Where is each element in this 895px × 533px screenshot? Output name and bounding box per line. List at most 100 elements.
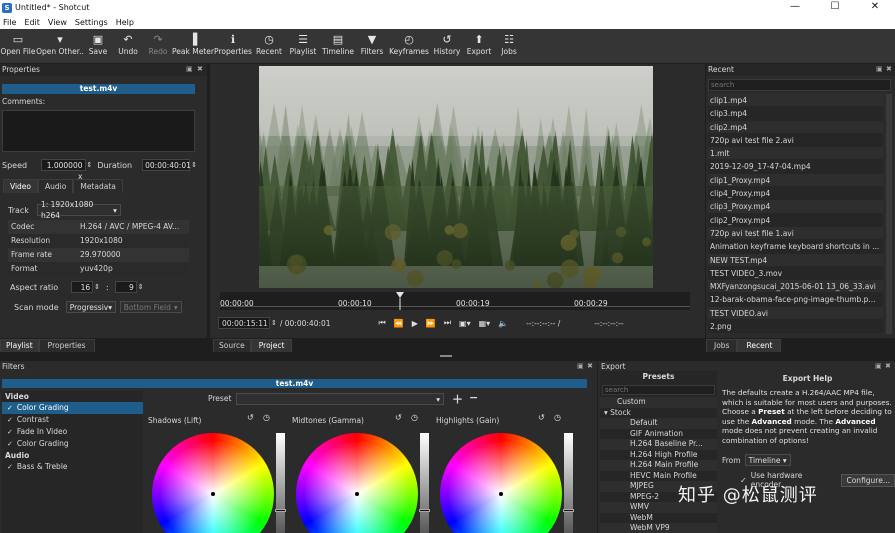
maximize-button[interactable]: ☐ bbox=[815, 0, 855, 15]
jobs-button[interactable]: ☷ Jobs bbox=[494, 29, 524, 63]
playlist-button[interactable]: ☰ Playlist bbox=[286, 29, 320, 63]
splitter-grip-icon[interactable] bbox=[440, 355, 452, 357]
preset-item[interactable]: ▾ Stock bbox=[600, 408, 717, 419]
tab-project[interactable]: Project bbox=[250, 339, 293, 352]
close-icon[interactable]: ✖ bbox=[587, 362, 593, 370]
close-icon[interactable]: ✖ bbox=[197, 65, 203, 73]
recent-item[interactable]: TEST VIDEO_3.mov bbox=[708, 266, 883, 281]
playhead-icon[interactable] bbox=[396, 292, 404, 310]
recent-item[interactable]: NEW TEST.mp4 bbox=[708, 253, 883, 267]
filter-item[interactable]: ✓ Color Grading bbox=[2, 438, 143, 450]
recent-item[interactable]: Animation keyframe keyboard shortcuts in… bbox=[708, 240, 883, 254]
midtones-color-wheel[interactable] bbox=[296, 433, 418, 533]
checkbox-checked-icon[interactable]: ✓ bbox=[7, 438, 13, 450]
close-icon[interactable]: ✖ bbox=[886, 65, 892, 73]
keyframe-icon[interactable]: ◷ bbox=[411, 413, 418, 422]
timeline-ruler[interactable]: 00:00:00 00:00:10 00:00:19 00:00:29 bbox=[220, 292, 690, 310]
preset-item[interactable]: HEVC Main Profile bbox=[600, 471, 717, 482]
open-file-button[interactable]: ▭ Open File bbox=[0, 29, 36, 63]
checkbox-checked-icon[interactable]: ✓ bbox=[7, 426, 13, 438]
checkbox-checked-icon[interactable]: ✓ bbox=[7, 402, 13, 414]
filters-button[interactable]: ▼ Filters bbox=[356, 29, 388, 63]
volume-icon[interactable]: 🔈 bbox=[498, 319, 508, 328]
recent-item[interactable]: clip3.mp4 bbox=[708, 107, 883, 121]
preset-item[interactable]: WebM VP9 bbox=[600, 523, 717, 533]
history-button[interactable]: ↺ History bbox=[430, 29, 464, 63]
preset-select[interactable]: ▾ bbox=[236, 393, 444, 405]
menu-help[interactable]: Help bbox=[116, 18, 134, 27]
recent-search-input[interactable]: search bbox=[708, 79, 891, 91]
track-select[interactable]: 1: 1920x1080 h264 ▾ bbox=[36, 200, 121, 220]
from-select[interactable]: Timeline ▾ bbox=[744, 454, 791, 466]
close-icon[interactable]: ✖ bbox=[885, 362, 891, 370]
wheel-marker[interactable] bbox=[211, 492, 215, 496]
slider-handle[interactable] bbox=[563, 509, 574, 512]
remove-preset-icon[interactable]: − bbox=[469, 391, 478, 404]
filter-item[interactable]: ✓ Bass & Treble bbox=[2, 461, 143, 473]
close-button[interactable]: ✕ bbox=[855, 0, 895, 15]
aspect-den-arrows-icon[interactable]: ⇕ bbox=[138, 283, 144, 291]
add-preset-icon[interactable]: ＋ bbox=[452, 391, 463, 407]
tab-source[interactable]: Source bbox=[213, 339, 251, 352]
tab-metadata[interactable]: Metadata bbox=[73, 179, 123, 193]
position-arrows-icon[interactable]: ⇕ bbox=[271, 319, 277, 327]
properties-button[interactable]: ℹ Properties bbox=[214, 29, 252, 63]
scan-mode-select[interactable]: Progressiv ▾ bbox=[65, 301, 116, 313]
keyframes-button[interactable]: ◴ Keyframes bbox=[388, 29, 430, 63]
preset-item[interactable]: H.264 High Profile bbox=[600, 450, 717, 461]
skip-to-start-icon[interactable]: ⏮ bbox=[379, 318, 386, 328]
duration-spinbox[interactable]: 00:00:40:01 bbox=[142, 159, 191, 171]
aspect-den-spinbox[interactable]: 9 bbox=[114, 281, 137, 293]
tab-jobs[interactable]: Jobs bbox=[706, 339, 738, 352]
tab-recent[interactable]: Recent bbox=[737, 339, 782, 352]
float-icon[interactable]: ▣ bbox=[875, 362, 882, 370]
export-button[interactable]: ⬆ Export bbox=[464, 29, 494, 63]
menu-settings[interactable]: Settings bbox=[75, 18, 108, 27]
recent-item[interactable]: 2019-12-09_17-47-04.mp4 bbox=[708, 160, 883, 174]
checkbox-checked-icon[interactable]: ✓ bbox=[7, 461, 13, 473]
play-icon[interactable]: ▶ bbox=[412, 319, 418, 328]
preset-item[interactable]: Custom bbox=[600, 397, 717, 408]
peak-meter-button[interactable]: ▐ Peak Meter bbox=[172, 29, 214, 63]
shadows-color-wheel[interactable] bbox=[152, 433, 274, 533]
toggle-zoom-icon[interactable]: ▣▾ bbox=[459, 319, 471, 328]
highlights-color-wheel[interactable] bbox=[440, 433, 562, 533]
timeline-button[interactable]: ▤ Timeline bbox=[320, 29, 356, 63]
fast-forward-icon[interactable]: ⏩ bbox=[426, 319, 436, 328]
preset-item[interactable]: H.264 Main Profile bbox=[600, 460, 717, 471]
recent-item[interactable]: clip1.mp4 bbox=[708, 94, 883, 108]
recent-item[interactable]: clip3_Proxy.mp4 bbox=[708, 200, 883, 214]
recent-item[interactable]: 12-barak-obama-face-png-image-thumb.p... bbox=[708, 293, 883, 307]
position-timecode[interactable]: 00:00:15:11 bbox=[218, 317, 270, 329]
midtones-slider[interactable] bbox=[419, 433, 430, 533]
recent-item[interactable]: 2.png bbox=[708, 320, 883, 334]
reset-icon[interactable]: ↺ bbox=[538, 413, 545, 422]
tab-video[interactable]: Video bbox=[3, 179, 39, 193]
keyframe-icon[interactable]: ◷ bbox=[263, 413, 270, 422]
preset-item[interactable]: H.264 Baseline Pr... bbox=[600, 439, 717, 450]
field-order-select[interactable]: Bottom Field ▾ bbox=[119, 301, 182, 313]
toggle-grid-icon[interactable]: ▦▾ bbox=[479, 319, 491, 328]
speed-spinbox[interactable]: 1.000000 x bbox=[41, 159, 86, 181]
duration-spin-arrows-icon[interactable]: ⇕ bbox=[191, 161, 197, 169]
reset-icon[interactable]: ↺ bbox=[395, 413, 402, 422]
highlights-slider[interactable] bbox=[563, 433, 574, 533]
float-icon[interactable]: ▣ bbox=[876, 65, 883, 73]
undo-button[interactable]: ↶ Undo bbox=[112, 29, 144, 63]
slider-handle[interactable] bbox=[275, 509, 286, 512]
recent-scrollbar[interactable] bbox=[886, 94, 892, 334]
tab-properties[interactable]: Properties bbox=[38, 339, 95, 352]
preset-item[interactable]: Default bbox=[600, 418, 717, 429]
menu-edit[interactable]: Edit bbox=[24, 18, 40, 27]
rewind-icon[interactable]: ⏪ bbox=[394, 319, 404, 328]
menu-file[interactable]: File bbox=[3, 18, 16, 27]
tab-audio[interactable]: Audio bbox=[38, 179, 74, 193]
wheel-marker[interactable] bbox=[355, 492, 359, 496]
menu-view[interactable]: View bbox=[48, 18, 67, 27]
configure-button[interactable]: Configure... bbox=[841, 473, 895, 487]
preset-item[interactable]: GIF Animation bbox=[600, 429, 717, 440]
speed-spin-arrows-icon[interactable]: ⇕ bbox=[87, 161, 93, 169]
recent-item[interactable]: MXFyanzongsucai_2015-06-01 13_06_33.avi bbox=[708, 280, 883, 294]
minimize-button[interactable]: — bbox=[775, 0, 815, 15]
presets-search-input[interactable]: search bbox=[602, 385, 715, 395]
